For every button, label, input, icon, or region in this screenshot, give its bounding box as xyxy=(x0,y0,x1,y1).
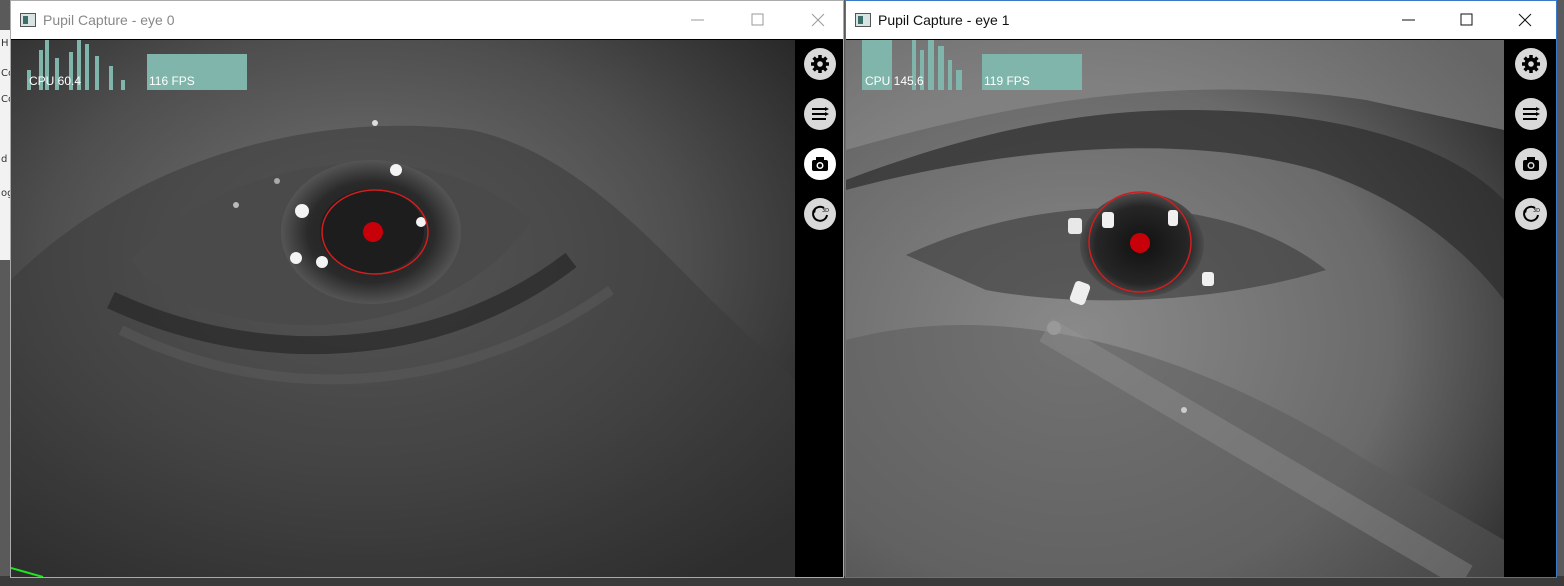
list-icon xyxy=(1523,107,1540,120)
capture-button[interactable] xyxy=(1515,148,1547,180)
background-text: d xyxy=(1,154,8,165)
maximize-icon xyxy=(751,13,764,26)
eye1-window[interactable]: Pupil Capture - eye 1 CPU 145.6 119 FPS … xyxy=(845,0,1557,578)
pupil-center-marker xyxy=(363,222,383,242)
reset-3d-model-button[interactable]: 3D xyxy=(1515,198,1547,230)
fps-readout: 116 FPS xyxy=(149,74,195,88)
title-bar[interactable]: Pupil Capture - eye 0 xyxy=(11,1,843,39)
close-button[interactable] xyxy=(1502,1,1548,39)
maximize-icon xyxy=(1460,13,1473,26)
3d-model-reset-icon: 3D xyxy=(812,205,829,222)
reset-3d-model-button[interactable]: 3D xyxy=(804,198,836,230)
eye-image xyxy=(846,40,1504,577)
title-bar[interactable]: Pupil Capture - eye 1 xyxy=(846,1,1556,39)
svg-text:3D: 3D xyxy=(1533,208,1540,214)
minimize-icon xyxy=(691,19,704,21)
cpu-readout: CPU 60.4 xyxy=(29,74,82,88)
settings-button[interactable] xyxy=(1515,48,1547,80)
minimize-button[interactable] xyxy=(675,1,721,39)
menu-button[interactable] xyxy=(804,98,836,130)
eye-camera-view[interactable]: CPU 145.6 119 FPS xyxy=(846,40,1504,577)
window-title: Pupil Capture - eye 0 xyxy=(43,12,175,28)
camera-icon xyxy=(812,157,828,171)
close-icon xyxy=(1518,13,1532,27)
app-window-icon xyxy=(855,13,871,27)
3d-model-reset-icon: 3D xyxy=(1523,205,1540,222)
maximize-button[interactable] xyxy=(1444,1,1490,39)
icon-sidebar: 3D xyxy=(795,40,843,577)
cpu-readout: CPU 145.6 xyxy=(865,74,924,88)
svg-text:3D: 3D xyxy=(822,208,829,214)
camera-icon xyxy=(1523,157,1539,171)
minimize-button[interactable] xyxy=(1386,1,1432,39)
gear-icon xyxy=(811,55,829,73)
minimize-icon xyxy=(1402,19,1415,21)
maximize-button[interactable] xyxy=(735,1,781,39)
gear-icon xyxy=(1522,55,1540,73)
app-window-icon xyxy=(20,13,36,27)
background-text: H xyxy=(1,38,9,49)
settings-button[interactable] xyxy=(804,48,836,80)
close-button[interactable] xyxy=(795,1,841,39)
pupil-center-marker xyxy=(1130,233,1150,253)
window-title: Pupil Capture - eye 1 xyxy=(878,12,1010,28)
eye0-window[interactable]: Pupil Capture - eye 0 CPU 60.4 116 FPS 3… xyxy=(10,0,844,578)
close-icon xyxy=(811,13,825,27)
list-icon xyxy=(812,107,829,120)
eye-camera-view[interactable]: CPU 60.4 116 FPS xyxy=(11,40,795,577)
menu-button[interactable] xyxy=(1515,98,1547,130)
fps-readout: 119 FPS xyxy=(984,74,1030,88)
capture-button[interactable] xyxy=(804,148,836,180)
eye-image xyxy=(11,40,795,577)
icon-sidebar: 3D xyxy=(1506,40,1556,577)
